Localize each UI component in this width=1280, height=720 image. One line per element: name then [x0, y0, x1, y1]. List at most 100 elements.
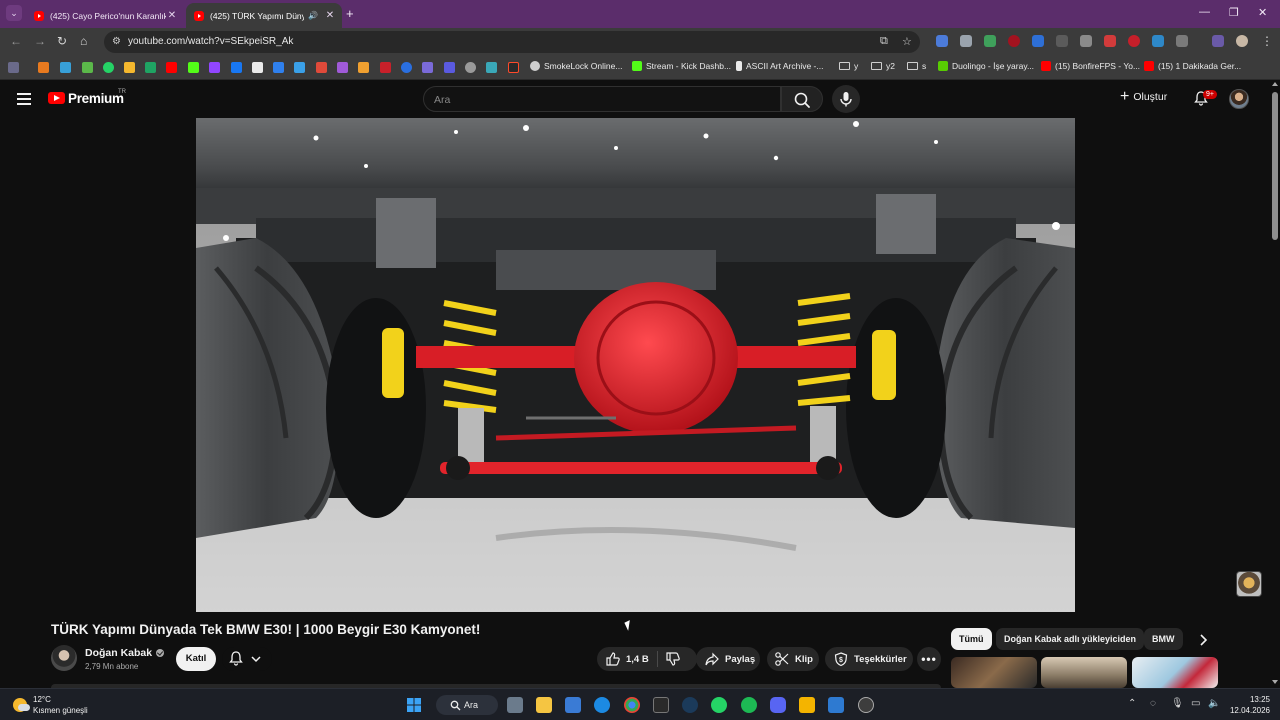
- reading-list-icon[interactable]: [1212, 35, 1224, 47]
- bookmark-folder-y[interactable]: y: [839, 61, 858, 71]
- chip-all[interactable]: Tümü: [951, 628, 992, 650]
- task-view-icon[interactable]: [507, 697, 523, 713]
- bookmark-icon[interactable]: [316, 62, 327, 73]
- bookmark-icon[interactable]: [273, 62, 284, 73]
- windows-start-icon[interactable]: [406, 697, 422, 713]
- microsoft-store-icon[interactable]: [565, 697, 581, 713]
- clip-button[interactable]: Klip: [767, 647, 819, 671]
- account-avatar[interactable]: [1229, 89, 1249, 109]
- bookmark-smokelock[interactable]: SmokeLock Online...: [530, 61, 622, 71]
- mini-channel-avatar[interactable]: [1236, 571, 1262, 597]
- edge-icon[interactable]: [594, 697, 610, 713]
- profile-avatar[interactable]: [1236, 35, 1248, 47]
- ublock-extension-icon[interactable]: [1008, 35, 1020, 47]
- extensions-puzzle-icon[interactable]: [1176, 35, 1188, 47]
- chrome-icon[interactable]: [624, 697, 640, 713]
- home-icon[interactable]: ⌂: [80, 34, 87, 48]
- search-box[interactable]: [423, 86, 781, 112]
- chevron-right-icon[interactable]: [1194, 631, 1212, 649]
- channel-name-link[interactable]: Doğan Kabak: [85, 647, 165, 659]
- bookmark-icon[interactable]: [486, 62, 497, 73]
- whatsapp-icon[interactable]: [711, 697, 727, 713]
- facebook-icon[interactable]: [231, 62, 242, 73]
- vpn-extension-icon[interactable]: [984, 35, 996, 47]
- chip-bmw[interactable]: BMW: [1144, 628, 1183, 650]
- rockstar-launcher-icon[interactable]: [799, 697, 815, 713]
- network-icon[interactable]: ▭: [1191, 698, 1200, 709]
- clock-time[interactable]: 13:25: [1234, 695, 1270, 704]
- twitch-icon[interactable]: [209, 62, 220, 73]
- create-button[interactable]: + Oluştur: [1120, 89, 1167, 105]
- red-extension-icon[interactable]: [1128, 35, 1140, 47]
- bookmark-icon[interactable]: [444, 62, 455, 73]
- subscription-notifications-button[interactable]: [222, 647, 272, 671]
- file-explorer-icon[interactable]: [536, 697, 552, 713]
- microphone-tray-icon[interactable]: 🎙: [1171, 698, 1184, 709]
- bookmark-icon[interactable]: [508, 62, 519, 73]
- translate-extension-icon[interactable]: [936, 35, 948, 47]
- discord-icon[interactable]: [770, 697, 786, 713]
- more-actions-button[interactable]: •••: [917, 647, 941, 671]
- weather-temperature[interactable]: 12°C: [33, 695, 51, 704]
- clock-date[interactable]: 12.04.2026: [1222, 706, 1270, 715]
- bookmark-icon[interactable]: [82, 62, 93, 73]
- bookmark-folder-y2[interactable]: y2: [871, 61, 895, 71]
- weather-condition[interactable]: Kısmen güneşli: [33, 706, 88, 715]
- cast-icon[interactable]: ⧉: [880, 35, 888, 48]
- photos-icon[interactable]: [828, 697, 844, 713]
- share-button[interactable]: Paylaş: [696, 647, 760, 671]
- bookmark-1-dakikada[interactable]: (15) 1 Dakikada Ger...: [1144, 61, 1241, 71]
- bookmark-icon[interactable]: [401, 62, 412, 73]
- bookmark-icon[interactable]: [358, 62, 369, 73]
- scrollbar-thumb[interactable]: [1272, 92, 1278, 240]
- bookmark-star-icon[interactable]: ☆: [902, 35, 912, 48]
- back-arrow-icon[interactable]: ←: [10, 34, 22, 48]
- page-scrollbar[interactable]: [1270, 80, 1280, 688]
- tray-app-icon[interactable]: ◌: [1150, 698, 1156, 709]
- tab-close-icon[interactable]: ✕: [324, 10, 336, 21]
- drive-icon[interactable]: [145, 62, 156, 73]
- scroll-down-arrow-icon[interactable]: [1272, 680, 1278, 684]
- search-button[interactable]: [781, 86, 823, 112]
- guide-menu-icon[interactable]: [17, 93, 31, 105]
- bookmark-bonfirefps[interactable]: (15) BonfireFPS - Yo...: [1041, 61, 1140, 71]
- apps-grid-icon[interactable]: [8, 62, 19, 73]
- bookmark-icon[interactable]: [294, 62, 305, 73]
- bookmark-icon[interactable]: [422, 62, 433, 73]
- voice-search-button[interactable]: [832, 85, 860, 113]
- volume-icon[interactable]: 🔈: [1208, 698, 1220, 709]
- tab-cayo-perico[interactable]: (425) Cayo Perico'nun Karanlık ✕: [26, 3, 184, 28]
- bookmark-duolingo[interactable]: Duolingo - İşe yaray...: [938, 61, 1034, 71]
- more-menu-icon[interactable]: ⋮: [1261, 34, 1273, 48]
- spotify-icon[interactable]: [741, 697, 757, 713]
- scroll-up-arrow-icon[interactable]: [1272, 82, 1278, 86]
- thanks-button[interactable]: $ Teşekkürler: [825, 647, 913, 671]
- shield-extension-icon[interactable]: [960, 35, 972, 47]
- dislike-button[interactable]: [657, 651, 681, 667]
- address-bar-url[interactable]: youtube.com/watch?v=SEkpeiSR_Ak: [128, 36, 293, 47]
- whatsapp-icon[interactable]: [103, 62, 114, 73]
- blue-extension-icon[interactable]: [1152, 35, 1164, 47]
- bookmark-folder-s[interactable]: s: [907, 61, 926, 71]
- bookmark-ascii-art[interactable]: ASCII Art Archive -...: [736, 61, 823, 71]
- search-input[interactable]: [434, 92, 764, 107]
- youtube-logo-icon[interactable]: [48, 92, 65, 104]
- tray-overflow-chevron-icon[interactable]: ⌃: [1128, 698, 1136, 709]
- address-bar[interactable]: ⚙ youtube.com/watch?v=SEkpeiSR_Ak ⧉ ☆: [104, 31, 920, 53]
- restore-window-button[interactable]: ❐: [1229, 6, 1239, 19]
- sound-extension-icon[interactable]: [1032, 35, 1044, 47]
- forward-arrow-icon[interactable]: →: [34, 34, 46, 48]
- bookmark-icon[interactable]: [38, 62, 49, 73]
- dark-extension-icon[interactable]: [1056, 35, 1068, 47]
- taskbar-search[interactable]: Ara: [436, 695, 498, 715]
- minimize-window-button[interactable]: —: [1199, 6, 1210, 18]
- related-video-thumbnail[interactable]: [1132, 657, 1218, 688]
- glasses-extension-icon[interactable]: [1080, 35, 1092, 47]
- tab-search-button[interactable]: ⌄: [6, 5, 22, 21]
- x-icon[interactable]: [252, 62, 263, 73]
- video-player[interactable]: [196, 118, 1075, 612]
- bookmark-icon[interactable]: [60, 62, 71, 73]
- close-window-button[interactable]: ✕: [1258, 6, 1267, 19]
- join-button[interactable]: Katıl: [176, 647, 216, 671]
- bookmark-icon[interactable]: [380, 62, 391, 73]
